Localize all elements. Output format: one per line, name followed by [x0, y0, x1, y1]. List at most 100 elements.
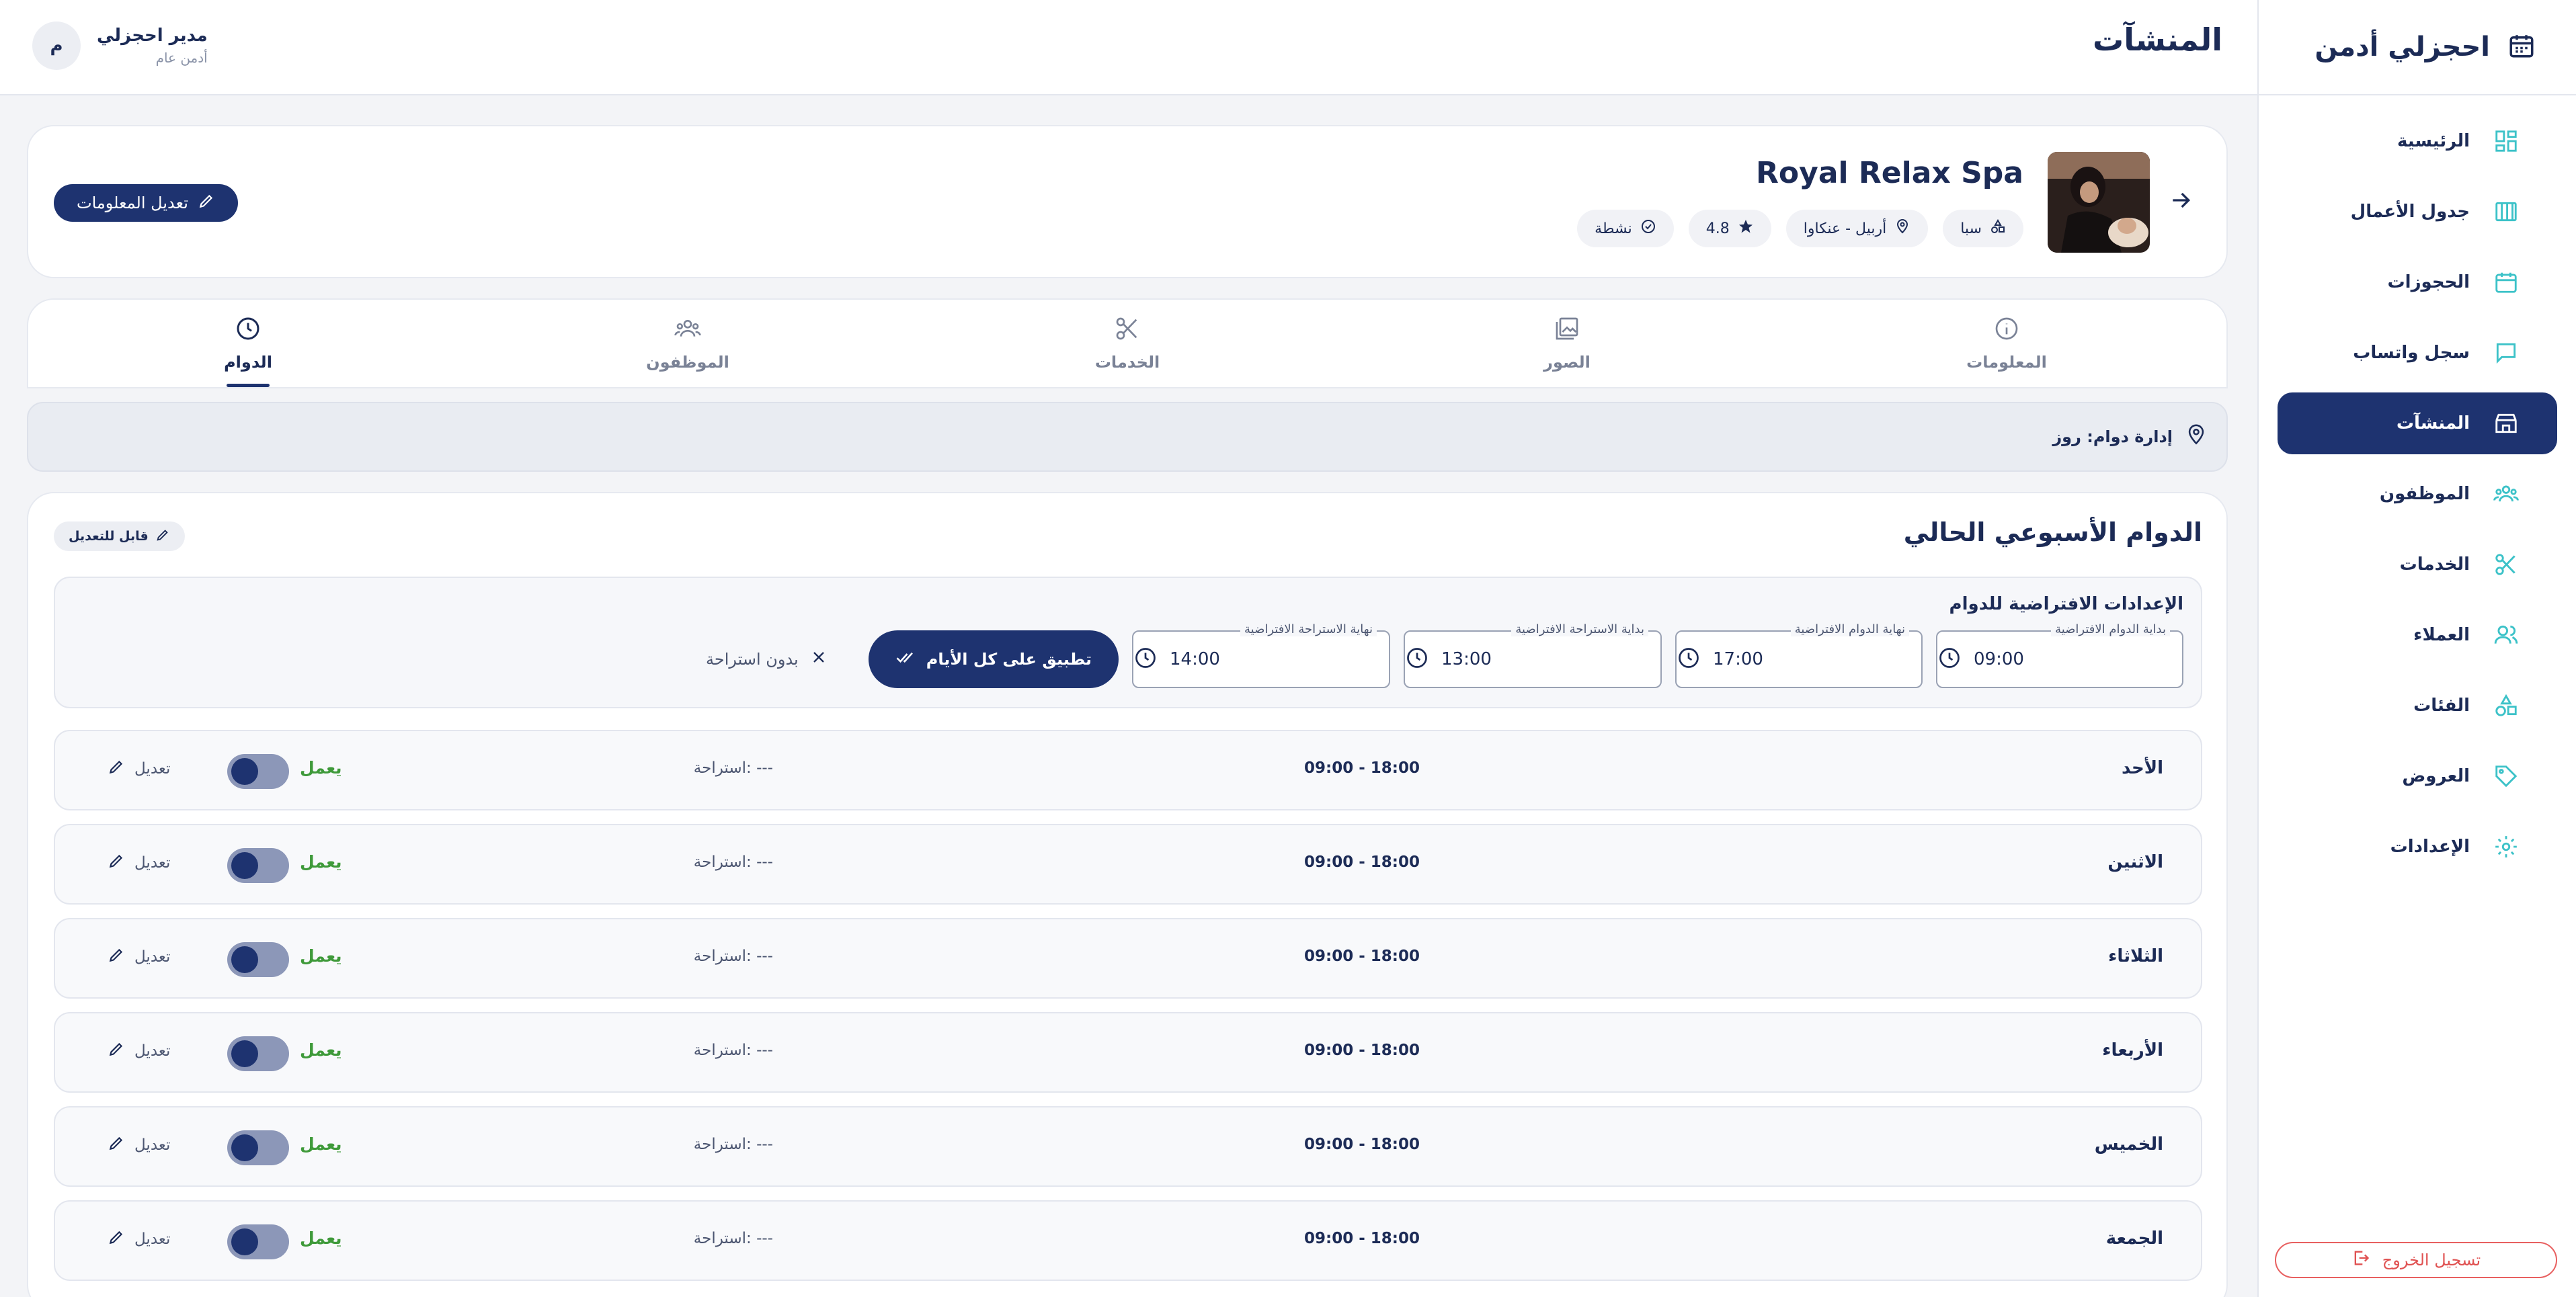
user-name: مدير احجزلي	[97, 26, 208, 46]
gallery-icon	[1554, 315, 1580, 346]
sidebar-item-customers[interactable]: العملاء	[2278, 604, 2557, 666]
clock-icon	[1937, 646, 1962, 673]
day-toggle[interactable]	[227, 942, 289, 977]
edit-info-button[interactable]: تعديل المعلومات	[54, 184, 238, 222]
toggle-knob	[231, 1040, 258, 1067]
sidebar-item-bookings[interactable]: الحجوزات	[2278, 251, 2557, 313]
location-pin-icon	[1894, 218, 1910, 239]
day-status: يعمل	[300, 1040, 342, 1060]
status-chip: نشطة	[1577, 210, 1674, 247]
toggle-knob	[231, 1134, 258, 1161]
category-chip: سبا	[1943, 210, 2023, 247]
day-row: الاثنين 09:00 - 18:00 --- :استراحة يعمل …	[54, 824, 2202, 905]
day-name: الأحد	[2121, 758, 2163, 778]
tab-info[interactable]: المعلومات	[1787, 300, 2226, 387]
calendar-icon	[2507, 32, 2536, 62]
day-toggle[interactable]	[227, 1036, 289, 1071]
brand: احجزلي أدمن	[2259, 0, 2576, 95]
day-edit-label: تعديل	[134, 854, 171, 872]
tab-label: الدوام	[224, 353, 272, 372]
manage-hours-label: إدارة دوام: روز	[2052, 427, 2173, 446]
avatar[interactable]: م	[32, 22, 81, 70]
scissors-icon	[2493, 551, 2520, 578]
day-edit-label: تعديل	[134, 760, 171, 778]
user-menu[interactable]: م مدير احجزلي أدمن عام	[32, 22, 208, 70]
day-break: --- :استراحة	[693, 853, 773, 871]
default-break-end-field[interactable]: نهاية الاستراحة الافتراضية 14:00	[1132, 622, 1390, 688]
day-row: الأربعاء 09:00 - 18:00 --- :استراحة يعمل…	[54, 1012, 2202, 1093]
sidebar-item-label: الفئات	[2413, 696, 2470, 716]
sidebar-item-settings[interactable]: الإعدادات	[2278, 816, 2557, 878]
field-value: 17:00	[1713, 649, 1763, 669]
logout-icon	[2351, 1249, 2370, 1271]
rating-chip-label: 4.8	[1705, 220, 1730, 237]
star-icon	[1738, 218, 1754, 239]
field-value: 13:00	[1441, 649, 1492, 669]
day-break: --- :استراحة	[693, 1042, 773, 1059]
tab-hours[interactable]: الدوام	[28, 300, 468, 387]
chat-icon	[2493, 339, 2520, 366]
user-role: أدمن عام	[155, 50, 208, 66]
user-info: مدير احجزلي أدمن عام	[97, 26, 208, 66]
day-toggle[interactable]	[227, 754, 289, 789]
day-edit-button[interactable]: تعديل	[108, 946, 170, 968]
tab-photos[interactable]: الصور	[1347, 300, 1787, 387]
shapes-icon	[1990, 218, 2006, 239]
day-name: الجمعة	[2105, 1228, 2163, 1249]
no-break-button[interactable]: بدون استراحة	[706, 648, 828, 671]
sidebar-item-offers[interactable]: العروض	[2278, 745, 2557, 807]
day-row: الخميس 09:00 - 18:00 --- :استراحة يعمل ت…	[54, 1106, 2202, 1187]
sidebar-item-employees[interactable]: الموظفون	[2278, 463, 2557, 525]
day-toggle[interactable]	[227, 1224, 289, 1259]
apply-all-days-button[interactable]: تطبيق على كل الأيام	[868, 630, 1119, 688]
back-arrow-icon[interactable]	[2167, 187, 2194, 214]
double-check-icon	[895, 647, 916, 671]
day-toggle[interactable]	[227, 848, 289, 883]
tabs: المعلومات الصور الخدمات الموظفون الدوام	[28, 300, 2226, 387]
day-toggle[interactable]	[227, 1130, 289, 1165]
sidebar-item-label: الموظفون	[2379, 484, 2470, 504]
people-icon	[2493, 480, 2520, 507]
tab-services[interactable]: الخدمات	[908, 300, 1347, 387]
main-content: Royal Relax Spa سبا أربيل - عنكاوا 4.8 ن…	[0, 95, 2257, 1297]
sidebar-nav: الرئيسية جدول الأعمال الحجوزات سجل واتسا…	[2259, 95, 2576, 878]
day-edit-button[interactable]: تعديل	[108, 1040, 170, 1062]
day-status: يعمل	[300, 1134, 342, 1154]
default-start-field[interactable]: بداية الدوام الافتراضية 09:00	[1936, 622, 2183, 688]
tab-employees[interactable]: الموظفون	[468, 300, 908, 387]
weekly-schedule-card: الدوام الأسبوعي الحالي قابل للتعديل الإع…	[27, 492, 2228, 1297]
field-label: نهاية الاستراحة الافتراضية	[1240, 622, 1377, 636]
sidebar-item-whatsapp-log[interactable]: سجل واتساب	[2278, 322, 2557, 384]
day-status: يعمل	[300, 852, 342, 872]
day-row: الجمعة 09:00 - 18:00 --- :استراحة يعمل ت…	[54, 1200, 2202, 1281]
sidebar-item-services[interactable]: الخدمات	[2278, 534, 2557, 595]
day-edit-button[interactable]: تعديل	[108, 852, 170, 874]
tag-icon	[2493, 763, 2520, 790]
sidebar-item-schedule[interactable]: جدول الأعمال	[2278, 181, 2557, 243]
field-value: 14:00	[1170, 649, 1220, 669]
day-edit-button[interactable]: تعديل	[108, 1228, 170, 1250]
day-edit-button[interactable]: تعديل	[108, 758, 170, 780]
default-end-field[interactable]: نهاية الدوام الافتراضية 17:00	[1675, 622, 1923, 688]
categories-icon	[2493, 692, 2520, 719]
sidebar-item-label: سجل واتساب	[2353, 343, 2470, 363]
day-break: --- :استراحة	[693, 1136, 773, 1153]
tabs-card: المعلومات الصور الخدمات الموظفون الدوام	[27, 298, 2228, 388]
tab-label: الصور	[1543, 353, 1591, 372]
days-list: الأحد 09:00 - 18:00 --- :استراحة يعمل تع…	[54, 730, 2202, 1294]
facility-chips: سبا أربيل - عنكاوا 4.8 نشطة	[1577, 210, 2023, 247]
default-break-start-field[interactable]: بداية الاستراحة الافتراضية 13:00	[1404, 622, 1662, 688]
sidebar-item-facilities[interactable]: المنشآت	[2278, 392, 2557, 454]
logout-button[interactable]: تسجيل الخروج	[2275, 1242, 2557, 1278]
day-hours: 09:00 - 18:00	[1304, 1042, 1420, 1059]
day-name: الخميس	[2094, 1134, 2163, 1155]
sidebar-item-categories[interactable]: الفئات	[2278, 675, 2557, 737]
day-edit-button[interactable]: تعديل	[108, 1134, 170, 1156]
day-name: الثلاثاء	[2108, 946, 2163, 966]
tab-label: الخدمات	[1094, 353, 1160, 372]
sidebar-item-home[interactable]: الرئيسية	[2278, 110, 2557, 172]
close-icon	[809, 648, 828, 671]
tab-label: المعلومات	[1966, 353, 2047, 372]
edit-info-label: تعديل المعلومات	[77, 194, 188, 212]
calendar-columns-icon	[2493, 198, 2520, 225]
